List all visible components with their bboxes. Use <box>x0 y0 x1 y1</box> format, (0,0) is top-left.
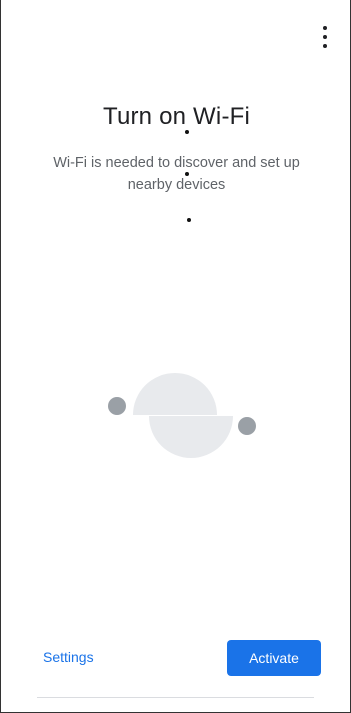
right-device-dot <box>238 417 256 435</box>
activate-button[interactable]: Activate <box>227 640 321 676</box>
more-options-button[interactable] <box>318 26 332 48</box>
artifact-dot <box>185 130 189 134</box>
wifi-devices-illustration <box>108 373 256 458</box>
lower-half-circle <box>149 416 233 458</box>
page-title: Turn on Wi-Fi <box>102 103 251 130</box>
more-vert-icon-dot <box>323 44 327 48</box>
more-vert-icon-dot <box>323 35 327 39</box>
settings-button[interactable]: Settings <box>43 649 94 665</box>
upper-half-circle <box>133 373 217 415</box>
left-device-dot <box>108 397 126 415</box>
artifact-dot <box>187 218 191 222</box>
screen: Turn on Wi-Fi Wi-Fi is needed to discove… <box>0 0 351 713</box>
more-vert-icon <box>323 26 327 30</box>
bottom-divider <box>37 697 314 698</box>
artifact-dot <box>185 172 189 176</box>
page-subtitle: Wi-Fi is needed to discover and set up n… <box>53 155 300 193</box>
